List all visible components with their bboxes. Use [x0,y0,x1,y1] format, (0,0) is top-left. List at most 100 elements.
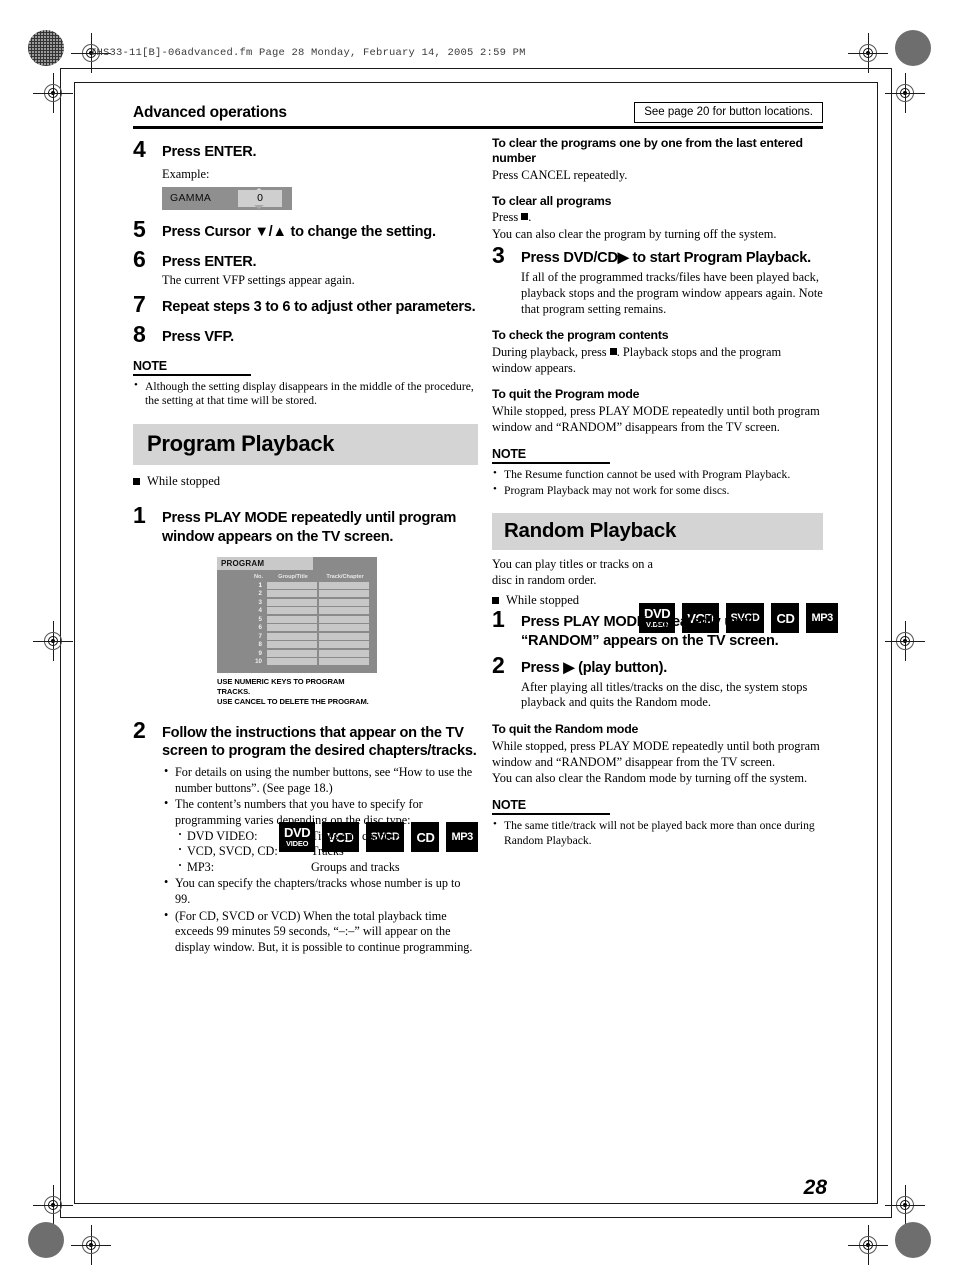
cell-track-chapter[interactable] [319,658,369,666]
column-header-group-title: Group/Title [278,573,308,580]
disc-type-value: Titles and chapters [311,828,403,843]
cell-track-chapter[interactable] [319,632,369,640]
cell-group-title[interactable] [267,598,317,606]
row-number: 8 [258,641,262,649]
step-text: Press PLAY MODE repeatedly until program… [162,510,457,545]
table-row[interactable]: 9 [223,649,371,657]
cell-group-title[interactable] [267,615,317,623]
note-title: NOTE [133,358,167,373]
disc-type-key: DVD VIDEO: [187,828,258,843]
cell-group-title[interactable] [267,632,317,640]
registration-mark [885,1185,925,1225]
registration-mark [33,1185,73,1225]
table-row[interactable]: 1 [223,581,371,589]
section-banner-random-playback: Random Playback [492,513,823,551]
density-patch [28,1222,64,1258]
crop-mark-line [877,82,878,1204]
disc-type-list: DVD VIDEO: Titles and chapters VCD, SVCD… [175,827,478,876]
registration-mark [33,73,73,113]
registration-mark [71,1225,111,1265]
note-divider [492,461,610,464]
row-number: 9 [258,649,262,657]
cell-group-title[interactable] [267,649,317,657]
step-text: Press ▶ (play button). [521,659,668,676]
note-block-vfp: NOTE Although the setting display disapp… [133,359,478,409]
table-row[interactable]: 8 [223,641,371,649]
disc-type-value: Groups and tracks [311,859,400,874]
cell-group-title[interactable] [267,641,317,649]
table-row[interactable]: 5 [223,615,371,623]
crop-mark-line [74,82,878,83]
file-stamp: THS33-11[B]-06advanced.fm Page 28 Monday… [90,47,526,59]
note-title: NOTE [492,797,526,812]
cell-track-chapter[interactable] [319,598,369,606]
bullet-text: The content’s numbers that you have to s… [175,797,423,827]
density-patch [895,1222,931,1258]
note-divider [133,373,251,376]
step-text: Press DVD/CD▶ to start Program Playback. [521,250,811,267]
cell-group-title[interactable] [267,581,317,589]
program-step-2: 2 Follow the instructions that appear on… [133,718,478,762]
registration-mark [885,73,925,113]
table-row[interactable]: 6 [223,624,371,632]
disc-type-row: MP3: Groups and tracks [175,858,478,876]
cell-track-chapter[interactable] [319,615,369,623]
text-clear-all-2: You can also clear the program by turnin… [492,227,777,242]
program-window-body: No. Group/Title Track/Chapter 1 2 3 4 5 … [217,569,377,673]
crop-mark-line [74,82,75,1204]
cell-group-title[interactable] [267,607,317,615]
text-clear-all: Press . [492,209,823,225]
cell-group-title[interactable] [267,590,317,598]
density-patch [28,30,64,66]
step-number: 6 [133,245,146,272]
bullet-item: For details on using the number buttons,… [162,764,478,796]
step-number: 3 [492,242,505,269]
step-number: 8 [133,320,146,347]
table-row[interactable]: 7 [223,632,371,640]
step-4: 4 Press ENTER. [133,138,478,162]
program-window-tabrow: PROGRAM [217,556,377,570]
cell-group-title[interactable] [267,624,317,632]
period: . [528,210,532,225]
cell-track-chapter[interactable] [319,607,369,615]
while-stopped-text: While stopped [506,593,580,608]
row-number: 10 [255,658,262,666]
random-step-2: 2 Press ▶ (play button). [492,653,823,678]
cell-track-chapter[interactable] [319,641,369,649]
column-header-no: No. [253,573,263,580]
table-row[interactable]: 2 [223,590,371,598]
program-step-1: 1 Press PLAY MODE repeatedly until progr… [133,504,478,547]
cell-track-chapter[interactable] [319,590,369,598]
step-text: Press ENTER. [162,253,257,270]
disc-type-value: Tracks [311,844,344,859]
step-5: 5 Press Cursor ▼/▲ to change the setting… [133,217,478,242]
column-header-track-chapter: Track/Chapter [326,573,364,580]
right-column: To clear the programs one by one from th… [492,136,840,848]
table-row[interactable]: 3 [223,598,371,606]
cell-track-chapter[interactable] [319,649,369,657]
disc-type-key: MP3: [187,859,215,874]
step-text: Press PLAY MODE repeatedly until “RANDOM… [521,614,779,649]
registration-mark [885,621,925,661]
note-item: The same title/track will not be played … [492,818,823,848]
random-intro-text: You can play titles or tracks on a disc … [492,557,653,588]
gamma-setting-widget[interactable]: GAMMA 0 [162,186,292,210]
triangle-down-icon[interactable] [254,204,264,209]
cell-track-chapter[interactable] [319,624,369,632]
cell-group-title[interactable] [267,658,317,666]
heading-quit-program-mode: To quit the Program mode [492,387,640,402]
heading-check-contents: To check the program contents [492,328,669,343]
table-row[interactable]: 4 [223,607,371,615]
heading-clear-one-by-one: To clear the programs one by one from th… [492,136,803,165]
row-number: 6 [258,624,262,632]
page-header: Advanced operations See page 20 for butt… [133,102,823,129]
disc-type-row: DVD VIDEO: Titles and chapters [175,827,478,845]
table-row[interactable]: 10 [223,658,371,666]
cell-track-chapter[interactable] [319,581,369,589]
disc-type-row: VCD, SVCD, CD: Tracks [175,842,478,860]
program-window-tab-fill [313,556,377,570]
see-page-note: See page 20 for button locations. [634,102,823,123]
step-number: 1 [133,502,146,529]
bullet-item: (For CD, SVCD or VCD) When the total pla… [162,908,478,956]
bullet-item: The content’s numbers that you have to s… [162,796,478,876]
